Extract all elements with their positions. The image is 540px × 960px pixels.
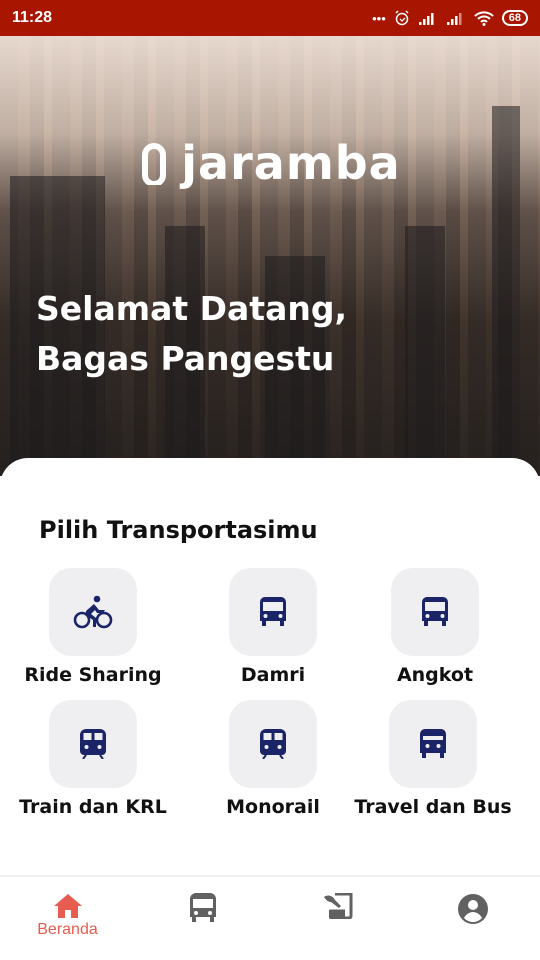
bike-icon (73, 595, 113, 629)
transport-ride-sharing[interactable]: Ride Sharing (3, 568, 183, 686)
nav-item-profile[interactable] (405, 877, 540, 960)
nav-item-beranda[interactable]: Beranda (0, 877, 135, 960)
signal-icon (418, 13, 434, 25)
tile-label: Train dan KRL (19, 796, 167, 818)
tile-icon-box[interactable] (391, 568, 479, 656)
bus-icon (189, 893, 216, 922)
alarm-icon (395, 10, 409, 26)
tile-label: Damri (240, 664, 306, 686)
train-icon (260, 729, 286, 759)
section-title: Pilih Transportasimu (39, 516, 318, 544)
transport-train-krl[interactable]: Train dan KRL (3, 700, 183, 818)
home-icon (53, 894, 82, 918)
tile-label: Monorail (226, 796, 320, 818)
status-bar: 11:28 ••• 68 (0, 0, 540, 36)
tile-icon-box[interactable] (229, 568, 317, 656)
tile-icon-box[interactable] (49, 568, 137, 656)
signal-icon (446, 13, 462, 25)
transport-monorail[interactable]: Monorail (183, 700, 363, 818)
city-building (405, 226, 445, 476)
hero-banner: jaramba Selamat Datang, Bagas Pangestu (0, 36, 540, 476)
transport-angkot[interactable]: Angkot (345, 568, 525, 686)
transport-damri[interactable]: Damri (183, 568, 363, 686)
ticket-icon (323, 893, 352, 919)
logo-text: jaramba (181, 136, 401, 190)
train-icon (80, 729, 106, 759)
logo-mark-icon (142, 143, 167, 185)
transport-sheet: Pilih Transportasimu Ride Sharing Damri … (0, 458, 540, 878)
bus-icon (260, 597, 286, 626)
nav-item-tickets[interactable] (270, 877, 405, 960)
more-dots-icon: ••• (372, 10, 386, 26)
tile-label: Travel dan Bus (354, 796, 512, 818)
battery-icon: 68 (501, 10, 528, 26)
welcome-text: Selamat Datang, Bagas Pangestu (36, 284, 347, 384)
transport-travel-bus[interactable]: Travel dan Bus (343, 700, 523, 818)
wifi-icon (474, 10, 494, 26)
bus-alt-icon (420, 729, 446, 758)
app-logo: jaramba (0, 136, 540, 190)
nav-label: Beranda (37, 921, 98, 938)
tile-icon-box[interactable] (229, 700, 317, 788)
status-icons: ••• 68 (372, 10, 528, 26)
account-icon (457, 894, 488, 924)
status-time: 11:28 (12, 9, 53, 26)
tile-icon-box[interactable] (49, 700, 137, 788)
nav-item-transport[interactable] (135, 877, 270, 960)
bus-icon (422, 597, 448, 626)
welcome-user-name: Bagas Pangestu (36, 339, 335, 378)
tile-label: Ride Sharing (24, 664, 162, 686)
bottom-nav: Beranda (0, 875, 540, 960)
tile-icon-box[interactable] (389, 700, 477, 788)
welcome-line-1: Selamat Datang, (36, 289, 348, 328)
tile-label: Angkot (396, 664, 474, 686)
